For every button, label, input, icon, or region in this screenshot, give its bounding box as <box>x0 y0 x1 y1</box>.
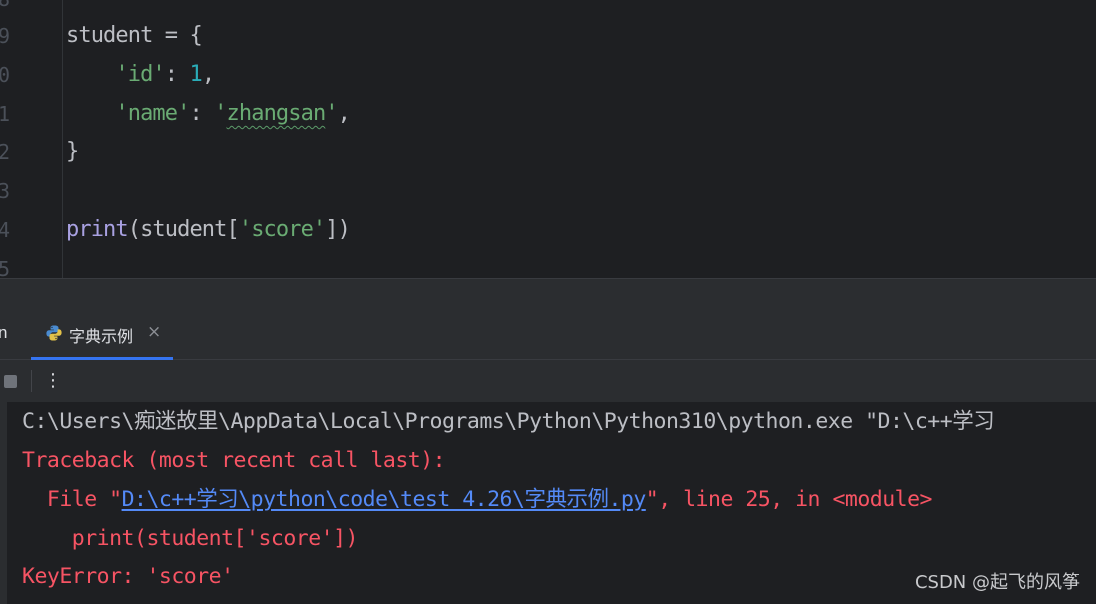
console-traceback-file: File "D:\c++学习\python\code\test 4.26\字典示… <box>22 487 933 513</box>
code-token: , <box>201 62 215 87</box>
watermark: CSDN @起飞的风筝 <box>914 572 1080 593</box>
line-number: 3 <box>0 179 10 203</box>
console-text: ", line 25, in <module> <box>645 487 933 512</box>
code-token: : <box>189 101 215 126</box>
code-token: student = { <box>66 23 203 48</box>
python-icon <box>46 325 62 341</box>
console-error-message: KeyError: 'score' <box>22 564 234 589</box>
line-number: 5 <box>0 257 10 278</box>
code-token: ]) <box>325 217 351 242</box>
spellcheck-warning[interactable]: zhangsan <box>227 101 327 126</box>
code-line: 'name': 'zhangsan', <box>66 101 351 127</box>
code-token: print <box>66 217 129 242</box>
code-token: ' <box>214 101 227 126</box>
run-tool-window-tabs: n 字典示例 × <box>0 309 1096 360</box>
line-number: 4 <box>0 218 10 242</box>
code-token: 'id' <box>115 62 165 87</box>
tab-run-config[interactable]: 字典示例 × <box>31 309 173 360</box>
tab-run-label[interactable]: n <box>0 323 7 343</box>
code-line: 'id': 1, <box>66 62 215 88</box>
code-token: 'score' <box>238 217 326 242</box>
toolbar-separator <box>31 370 32 392</box>
code-line: student = { <box>66 23 203 49</box>
code-line: } <box>66 139 79 165</box>
code-token: 1 <box>189 62 202 87</box>
console-traceback-header: Traceback (most recent call last): <box>22 448 446 473</box>
code-token: 'name' <box>115 101 190 126</box>
fold-guide <box>62 0 63 278</box>
line-number: 2 <box>0 140 10 164</box>
console-command-line: C:\Users\痴迷故里\AppData\Local\Programs\Pyt… <box>22 409 995 434</box>
line-number: 0 <box>0 63 10 87</box>
console-text: File " <box>22 487 122 512</box>
code-editor[interactable]: 8 9 0 1 2 3 4 5 student = { 'id': 1, 'na… <box>0 0 1096 278</box>
line-number: 9 <box>0 24 10 48</box>
console-traceback-code: print(student['score']) <box>22 526 359 551</box>
code-token: , <box>337 101 351 126</box>
run-toolbar: ⋮ <box>0 360 1096 402</box>
line-number: 1 <box>0 102 10 126</box>
tab-label: 字典示例 <box>69 327 134 346</box>
line-number: 8 <box>0 0 10 11</box>
file-path-link[interactable]: D:\c++学习\python\code\test 4.26\字典示例.py <box>122 487 647 512</box>
code-token: : <box>164 62 190 87</box>
code-token: } <box>66 139 79 164</box>
code-line: print(student['score']) <box>66 217 351 243</box>
close-icon[interactable]: × <box>147 322 161 342</box>
panel-spacer <box>0 279 1096 309</box>
stop-icon[interactable] <box>4 375 17 388</box>
line-number-gutter: 8 9 0 1 2 3 4 5 <box>0 0 12 278</box>
console-gutter <box>0 402 7 604</box>
code-token: (student[ <box>127 217 240 242</box>
more-options-icon[interactable]: ⋮ <box>44 370 62 391</box>
code-token: ' <box>325 101 338 126</box>
